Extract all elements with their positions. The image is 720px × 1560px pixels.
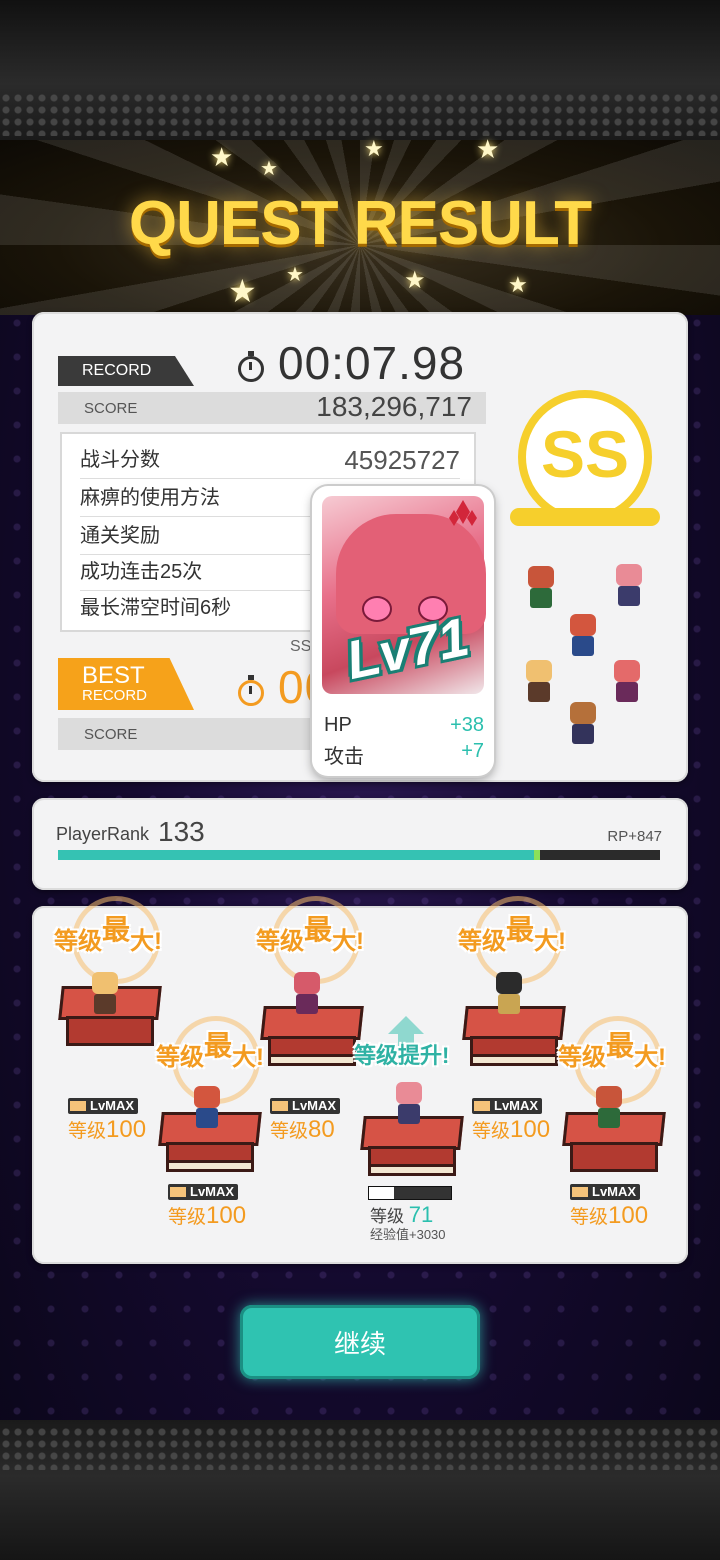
bottom-bar: [0, 1420, 720, 1560]
rank-points: RP+847: [607, 828, 662, 845]
character-level: 等级100: [570, 1202, 649, 1229]
level-max-text: 等级最大!: [54, 914, 163, 955]
level-max-text: 等级最大!: [156, 1030, 265, 1071]
character-sprite: [488, 972, 528, 1018]
rank-text: SS: [540, 417, 630, 491]
lvmax-badge: LvMAX: [270, 1098, 341, 1114]
character-sprite: [84, 972, 124, 1018]
level-max-text: 等级最大!: [256, 914, 365, 955]
character-sprite: [388, 1082, 428, 1128]
score-label: SCORE: [84, 726, 138, 743]
attack-value: +7: [461, 740, 484, 762]
bonus-label: 成功连击25次: [80, 561, 203, 583]
element-diamond-icon: [449, 500, 477, 526]
lvmax-badge: LvMAX: [168, 1184, 239, 1200]
rank-ribbon: [510, 508, 660, 526]
lvmax-badge: LvMAX: [68, 1098, 139, 1114]
lvmax-badge: LvMAX: [472, 1098, 543, 1114]
party-sprite: [608, 564, 648, 610]
record-score: 183,296,717: [316, 391, 472, 422]
continue-button[interactable]: 继续: [240, 1305, 480, 1379]
character-level: 等级100: [168, 1202, 247, 1229]
best-score-bar: SCORE 3: [58, 717, 338, 750]
rank-progress-bar: [58, 850, 660, 860]
top-bar-pattern: [0, 92, 720, 136]
bonus-label: 通关奖励: [80, 525, 160, 547]
record-time: 00:07.98: [278, 337, 466, 389]
page-title: QUEST RESULT: [128, 189, 592, 258]
character-sprite: [286, 972, 326, 1018]
attack-row: 攻击 +7: [324, 740, 484, 769]
player-rank-label: PlayerRank: [56, 824, 150, 844]
stopwatch-icon: [238, 351, 264, 382]
exp-progress-fill: [369, 1187, 394, 1199]
character-level: 等级80: [270, 1116, 335, 1143]
star-icon: ★: [508, 272, 528, 297]
party-sprite: [562, 614, 602, 660]
best-record-tag: BEST RECORD: [58, 658, 194, 710]
hp-label: HP: [324, 714, 352, 736]
party-sprite: [520, 566, 560, 612]
rank-progress-fill: [58, 850, 534, 860]
exp-gain: 经验值+3030: [370, 1227, 446, 1242]
top-bar: [0, 0, 720, 140]
star-icon: ★: [364, 136, 384, 161]
character-sprite: [588, 1086, 628, 1132]
player-rank-value: 133: [158, 816, 205, 847]
level-up-text: 等级提升!: [354, 1043, 450, 1068]
record-tag: RECORD: [58, 356, 194, 386]
bonus-row: 战斗分数 45925727: [80, 442, 460, 479]
bonus-label: 麻痹的使用方法: [80, 487, 220, 509]
record-score-bar: SCORE 183,296,717: [58, 391, 486, 424]
star-icon: ★: [260, 158, 278, 180]
bonus-label: 战斗分数: [80, 449, 160, 471]
character-sprite: [186, 1086, 226, 1132]
star-icon: ★: [404, 267, 426, 294]
player-rank-panel: PlayerRank 133 RP+847: [32, 798, 688, 890]
star-icon: ★: [286, 264, 304, 286]
rank-progress-tip: [533, 850, 540, 860]
attack-label: 攻击: [324, 746, 364, 768]
bonus-label: 最长滞空时间6秒: [80, 597, 232, 619]
best-record-label: RECORD: [82, 687, 148, 704]
bonus-value: 45925727: [344, 445, 460, 475]
party-sprite: [562, 702, 602, 748]
character-level: 等级100: [472, 1116, 551, 1143]
party-sprite: [606, 660, 646, 706]
party-panel: 等级最大! LvMAX 等级100 等级最大! LvMAX 等级100 等级最大…: [32, 896, 688, 1264]
party-sprite: [518, 660, 558, 706]
level-max-text: 等级最大!: [458, 914, 567, 955]
lvmax-badge: LvMAX: [570, 1184, 641, 1200]
star-icon: ★: [476, 134, 500, 164]
character-level: 等级100: [68, 1116, 147, 1143]
star-icon: ★: [210, 142, 234, 172]
best-label: BEST: [82, 662, 145, 689]
score-label: SCORE: [84, 400, 138, 417]
portrait-eye: [362, 596, 392, 622]
bottom-bar-pattern: [0, 1426, 720, 1470]
best-rank-prefix: SS: [290, 638, 312, 655]
rank-badge: SS: [510, 380, 660, 540]
exp-progress-bar: [368, 1186, 452, 1200]
star-icon: ★: [228, 273, 257, 309]
level-max-text: 等级最大!: [558, 1030, 667, 1071]
hp-row: HP +38: [324, 714, 484, 737]
stopwatch-icon: [238, 675, 264, 706]
hp-value: +38: [450, 714, 484, 736]
level-up-card: Lv71 HP +38 攻击 +7: [312, 486, 494, 776]
